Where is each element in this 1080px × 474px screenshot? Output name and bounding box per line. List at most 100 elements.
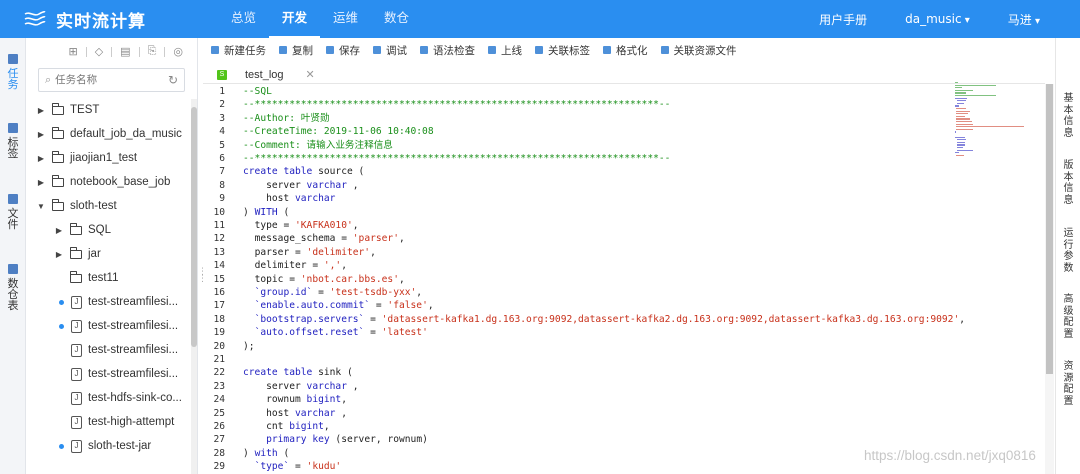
user-manual-link[interactable]: 用户手册 [819,11,867,28]
location-icon[interactable]: ◎ [173,45,183,58]
folder-icon [69,247,82,259]
code-minimap[interactable] [955,82,1025,162]
nav-warehouse[interactable]: 数仓 [371,0,422,38]
side-tab-run-params[interactable]: 运行参数 [1056,228,1080,274]
tree-node[interactable]: J test-streamfilesi... [59,291,178,313]
code-line[interactable]: 28) with ( [203,447,289,460]
import-icon[interactable]: ⎘ [148,45,157,58]
code-line[interactable]: 26 cnt bigint, [203,420,329,433]
tree-node[interactable]: ▼ sloth-test [36,195,117,217]
code-line[interactable]: 23 server varchar , [203,380,358,393]
chevron-down-icon[interactable]: ▼ [36,202,46,211]
code-line[interactable]: 4 --CreateTime: 2019-11-06 10:40:08 [203,125,433,138]
code-line[interactable]: 1 --SQL [203,85,272,98]
code-line[interactable]: 11 type = 'KAFKA010', [203,219,358,232]
code-line[interactable]: 8 server varchar , [203,179,358,192]
line-number: 18 [213,313,225,325]
code-line[interactable]: 22 create table sink ( [203,366,352,379]
nav-overview[interactable]: 总览 [218,0,269,38]
code-line[interactable]: 10) WITH ( [203,206,289,219]
tree-node[interactable]: ▶ SQL [54,219,111,241]
code-line[interactable]: 17 `enable.auto.commit` = 'false', [203,299,433,312]
format-button[interactable]: 格式化 [603,43,648,58]
code-line[interactable]: 27 primary key (server, rownum) [203,433,427,446]
rail-item-task[interactable]: 任务 [0,54,26,90]
delete-icon[interactable]: ▤ [120,45,130,58]
code-line[interactable]: 6 --*************************************… [203,152,670,165]
rail-item-table[interactable]: 数仓表 [0,264,26,311]
rail-item-file[interactable]: 文件 [0,194,26,230]
new-folder-icon[interactable]: ⊞ [68,45,77,58]
search-input[interactable] [55,74,156,86]
side-tab-advanced-config[interactable]: 高级配置 [1056,294,1080,340]
code-line[interactable]: 15 topic = 'nbot.car.bbs.es', [203,273,404,286]
tree-node[interactable]: test11 [64,267,118,289]
side-tab-resource-config[interactable]: 资源配置 [1056,361,1080,407]
tree-node[interactable]: J sloth-test-jar [59,435,151,457]
project-selector[interactable]: da_music [905,12,970,26]
tree-node[interactable]: J test-streamfilesi... [59,363,178,385]
chevron-right-icon[interactable]: ▶ [36,106,46,115]
tab-test-log[interactable]: S test_log ✕ [217,65,315,84]
line-number: 9 [219,193,225,205]
tree-node[interactable]: J test-streamfilesi... [59,339,178,361]
code-line[interactable]: 14 delimiter = ',', [203,259,347,272]
debug-button[interactable]: 调试 [373,43,407,58]
code-line[interactable]: 21 [203,353,243,366]
chevron-right-icon[interactable]: ▶ [36,178,46,187]
code-line[interactable]: 16 `group.id` = 'test-tsdb-yxx', [203,286,422,299]
code-line[interactable]: 29 `type` = 'kudu' [203,460,341,473]
tree-node[interactable]: ▶ notebook_base_job [36,171,170,193]
line-number: 19 [213,327,225,339]
tree-node[interactable]: J test-high-attempt [59,411,174,433]
editor-scrollbar[interactable] [1045,84,1054,474]
app-title: 实时流计算 [56,11,146,32]
code-line[interactable]: 24 rownum bigint, [203,393,347,406]
rail-item-tag[interactable]: 标签 [0,123,26,159]
minimap-line [956,115,965,117]
line-number: 14 [213,260,225,272]
tree-node[interactable]: ▶ default_job_da_music [36,123,182,145]
copy-button[interactable]: 复制 [279,43,313,58]
rail-label: 标签 [7,136,19,160]
close-icon[interactable]: ✕ [306,68,315,81]
chevron-right-icon[interactable]: ▶ [36,130,46,139]
tree-node[interactable]: J test-hdfs-sink-co... [59,387,182,409]
nav-develop[interactable]: 开发 [269,0,321,38]
code-line[interactable]: 2 --*************************************… [203,98,670,111]
panel-splitter-handle[interactable]: ⋮ ⋮ [198,267,207,290]
code-line[interactable]: 19 `auto.offset.reset` = 'latest' [203,326,427,339]
line-number: 21 [213,354,225,365]
code-line[interactable]: 18 `bootstrap.servers` = 'datassert-kafk… [203,313,965,326]
user-menu[interactable]: 马进 [1008,11,1040,28]
code-line[interactable]: 5 --Comment: 请输入业务注释信息 [203,139,393,152]
tree-node[interactable]: J test-streamfilesi... [59,315,178,337]
link-tag-button[interactable]: 关联标签 [535,43,590,58]
deploy-button[interactable]: 上线 [488,43,522,58]
link-resource-button[interactable]: 关联资源文件 [660,43,737,58]
code-line[interactable]: 7 create table source ( [203,165,364,178]
tree-node[interactable]: ▶ TEST [36,99,99,121]
chevron-right-icon[interactable]: ▶ [54,226,64,235]
nav-ops[interactable]: 运维 [320,0,371,38]
tag-icon[interactable]: ◇ [95,45,103,58]
tree-scrollbar[interactable] [191,99,197,474]
code-line[interactable]: 9 host varchar [203,192,335,205]
tree-node[interactable]: ▶ jar [54,243,101,265]
chevron-right-icon[interactable]: ▶ [36,154,46,163]
refresh-icon[interactable]: ↻ [168,73,178,87]
code-line[interactable]: 13 parser = 'delimiter', [203,246,375,259]
tree-node[interactable]: ▶ jiaojian1_test [36,147,137,169]
code-line[interactable]: 12 message_schema = 'parser', [203,232,404,245]
app-logo[interactable]: 实时流计算 [0,7,200,32]
chevron-right-icon[interactable]: ▶ [54,250,64,259]
new-task-button[interactable]: 新建任务 [211,43,266,58]
save-button[interactable]: 保存 [326,43,360,58]
code-line[interactable]: 3 --Author: 叶贤勋 [203,112,329,125]
code-line[interactable]: 25 host varchar , [203,407,347,420]
side-tab-version-info[interactable]: 版本信息 [1056,160,1080,206]
side-tab-basic-info[interactable]: 基本信息 [1056,93,1080,139]
code-editor[interactable]: 1 --SQL 2 --*******************************… [203,85,1045,474]
code-line[interactable]: 20); [203,340,254,353]
syntax-check-button[interactable]: 语法检查 [420,43,475,58]
